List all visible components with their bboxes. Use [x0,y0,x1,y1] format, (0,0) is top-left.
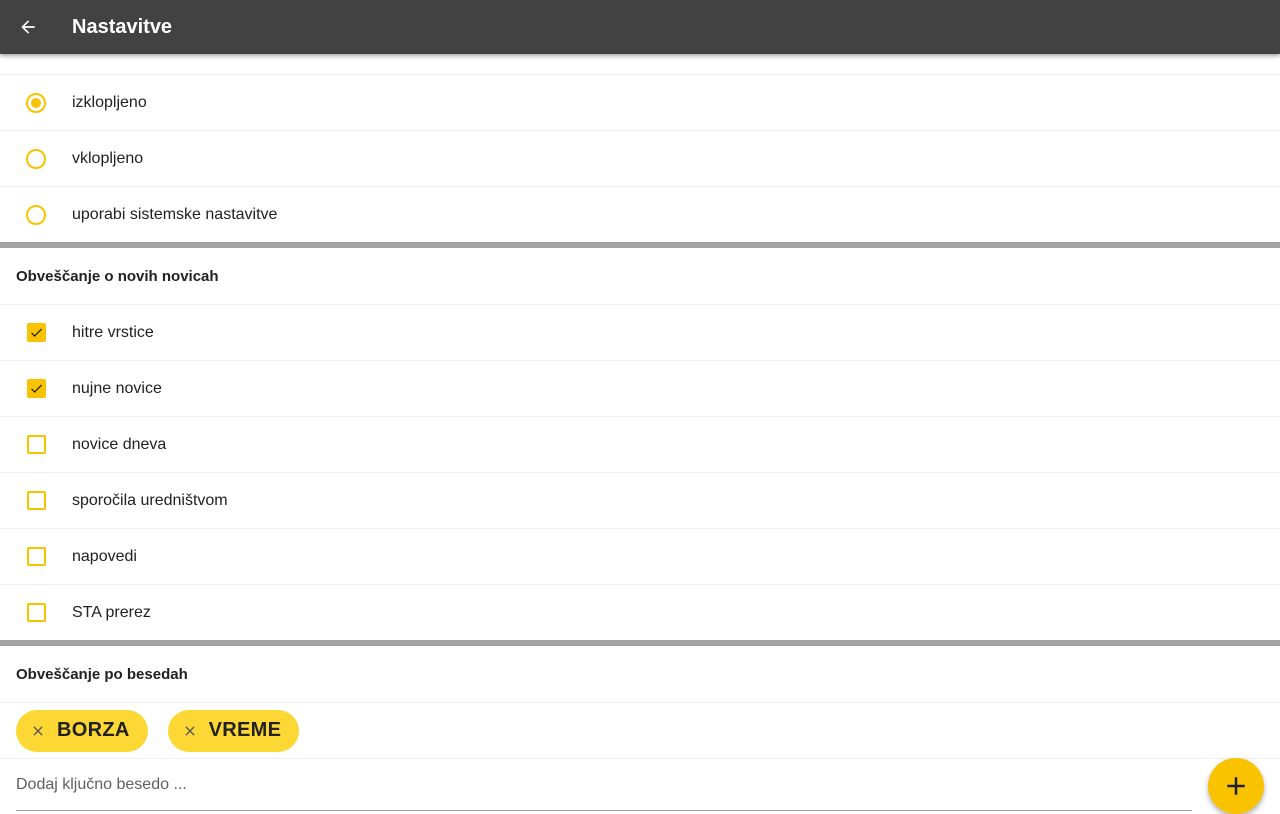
back-button[interactable] [0,0,56,54]
add-keyword-button[interactable] [1208,758,1264,814]
radio-option-off[interactable]: izklopljeno [0,74,1280,130]
radio-option-label: vklopljeno [72,149,144,167]
checkbox-label: novice dneva [72,435,167,453]
checkbox[interactable] [27,547,46,566]
radio-option-label: izklopljeno [72,93,147,111]
checkbox-label: napovedi [72,547,137,565]
checkbox[interactable] [27,491,46,510]
radio-option-on[interactable]: vklopljeno [0,130,1280,186]
checkbox[interactable] [27,603,46,622]
checkbox-label: sporočila uredništvom [72,491,228,509]
checkbox[interactable] [27,435,46,454]
close-icon[interactable] [182,723,198,739]
check-icon [31,328,43,337]
arrow-left-icon [21,20,35,34]
radio-button[interactable] [26,204,46,225]
checkbox-item-urgent[interactable]: nujne novice [0,360,1280,416]
section-title-news: Obveščanje o novih novicah [16,267,219,285]
radio-option-label: uporabi sistemske nastavitve [72,205,278,223]
keyword-chip[interactable]: BORZA [16,709,148,752]
checkbox-label: STA prerez [72,603,151,621]
plus-icon [1227,777,1245,795]
keyword-chip[interactable]: VREME [167,709,300,752]
checkbox-item-sta-overview[interactable]: STA prerez [0,584,1280,640]
checkbox-item-daily[interactable]: novice dneva [0,416,1280,472]
close-icon[interactable] [30,723,46,739]
keyword-input-row [0,758,1280,814]
keyword-input[interactable] [16,759,1192,811]
app-bar: Nastavitve [0,0,1280,54]
radio-button[interactable] [26,148,46,169]
checkbox[interactable] [27,323,46,342]
check-icon [31,384,43,393]
section-title-keywords: Obveščanje po besedah [16,665,188,683]
checkbox-item-flash[interactable]: hitre vrstice [0,304,1280,360]
checkbox-label: hitre vrstice [72,323,154,341]
chip-label: BORZA [57,719,130,741]
chip-label: VREME [208,719,282,741]
radio-option-system[interactable]: uporabi sistemske nastavitve [0,186,1280,242]
page-title: Nastavitve [72,15,173,38]
checkbox-label: nujne novice [72,379,162,397]
keyword-chips: BORZA VREME [0,702,1280,758]
radio-selected-dot [31,97,41,108]
checkbox-item-editorial[interactable]: sporočila uredništvom [0,472,1280,528]
radio-button[interactable] [26,92,46,113]
checkbox-item-forecasts[interactable]: napovedi [0,528,1280,584]
settings-content: izklopljeno vklopljeno uporabi sistemske… [0,54,1280,758]
checkbox[interactable] [27,379,46,398]
